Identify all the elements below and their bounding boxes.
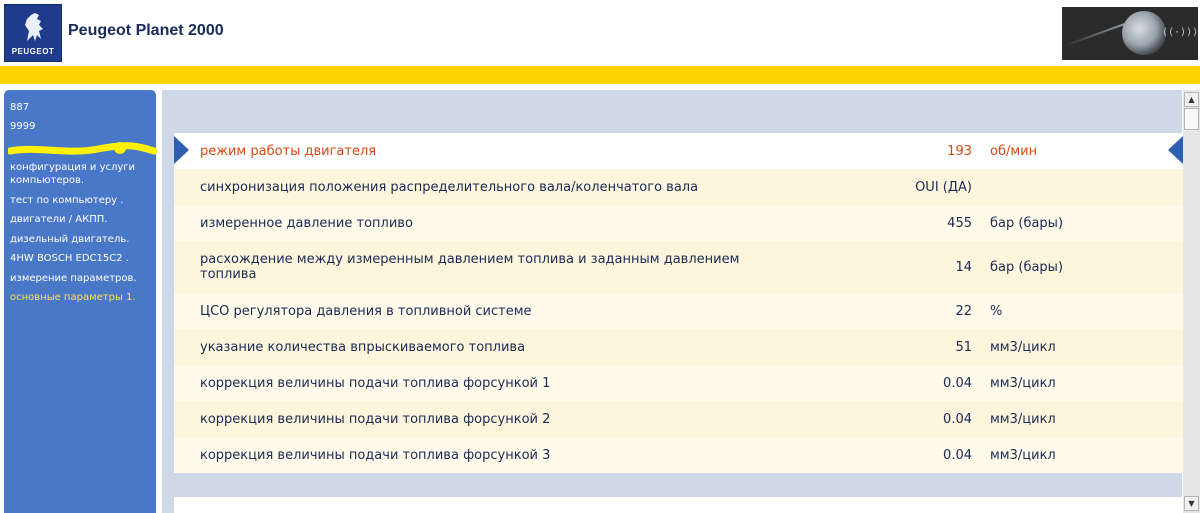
param-label: коррекция величины подачи топлива форсун…: [200, 411, 551, 427]
accent-bar: [0, 66, 1200, 84]
sidebar-item-engines-gearbox[interactable]: двигатели / АКПП.: [10, 213, 154, 226]
sidebar-item-measure-params[interactable]: измерение параметров.: [10, 272, 154, 285]
sidebar-item-computer-test[interactable]: тест по компьютеру .: [10, 194, 154, 207]
param-unit: об/мин: [990, 143, 1038, 159]
table-row[interactable]: расхождение между измеренным давлением т…: [174, 241, 1184, 293]
sidebar-item-computer-config[interactable]: конфигурация и услуги компьютеров.: [10, 161, 154, 187]
param-label: расхождение между измеренным давлением т…: [200, 252, 740, 282]
table-row[interactable]: режим работы двигателя 193 об/мин: [174, 133, 1184, 169]
scroll-thumb[interactable]: [1184, 108, 1199, 130]
table-row[interactable]: коррекция величины подачи топлива форсун…: [174, 437, 1184, 473]
table-row[interactable]: синхронизация положения распределительно…: [174, 169, 1184, 205]
app-title: Peugeot Planet 2000: [68, 22, 224, 39]
table-row[interactable]: измеренное давление топливо 455 бар (бар…: [174, 205, 1184, 241]
selection-arrow-right-icon: [1168, 136, 1183, 164]
sidebar-item-ecu-model[interactable]: 4HW BOSCH EDC15C2 .: [10, 252, 154, 265]
vertical-scrollbar[interactable]: ▲ ▼: [1183, 90, 1200, 513]
param-value: 193: [947, 143, 972, 159]
param-unit: мм3/цикл: [990, 339, 1056, 355]
param-label: ЦСО регулятора давления в топливной сист…: [200, 303, 532, 319]
param-unit: мм3/цикл: [990, 447, 1056, 463]
table-row[interactable]: коррекция величины подачи топлива форсун…: [174, 365, 1184, 401]
lion-emblem-icon: [25, 13, 43, 41]
selection-arrow-left-icon: [174, 136, 189, 164]
param-value: 14: [955, 259, 972, 275]
sidebar-item-main-params[interactable]: основные параметры 1.: [10, 291, 154, 304]
redaction-highlight: [8, 142, 158, 155]
sidebar-item-9999[interactable]: 9999: [10, 120, 154, 133]
param-unit: бар (бары): [990, 215, 1064, 231]
param-label: указание количества впрыскиваемого топли…: [200, 339, 526, 355]
parameters-table: режим работы двигателя 193 об/мин синхро…: [174, 133, 1184, 473]
table-row[interactable]: коррекция величины подачи топлива форсун…: [174, 401, 1184, 437]
navigation-sidebar: 887 9999 конфигурация и услуги компьютер…: [4, 90, 158, 513]
table-row[interactable]: указание количества впрыскиваемого топли…: [174, 329, 1184, 365]
param-label: коррекция величины подачи топлива форсун…: [200, 375, 551, 391]
scroll-down-icon[interactable]: ▼: [1184, 496, 1199, 511]
param-label: коррекция величины подачи топлива форсун…: [200, 447, 551, 463]
param-value: 0.04: [943, 447, 972, 463]
param-label: измеренное давление топливо: [200, 215, 413, 231]
secondary-panel: [174, 497, 1184, 513]
peugeot-logo: PEUGEOT: [4, 4, 62, 62]
param-unit: мм3/цикл: [990, 411, 1056, 427]
param-value: 0.04: [943, 411, 972, 427]
param-value: 455: [947, 215, 972, 231]
param-value: 0.04: [943, 375, 972, 391]
diagnostic-tool-logo: ((·))): [1062, 7, 1198, 60]
app-header: PEUGEOT Peugeot Planet 2000 ((·))): [0, 0, 1200, 66]
param-unit: бар (бары): [990, 259, 1064, 275]
param-label: синхронизация положения распределительно…: [200, 179, 699, 195]
logo-wordmark: PEUGEOT: [11, 47, 55, 56]
param-label: режим работы двигателя: [200, 143, 377, 159]
param-unit: [990, 169, 1150, 205]
param-value: 51: [955, 339, 972, 355]
param-unit: мм3/цикл: [990, 375, 1056, 391]
sidebar-item-887[interactable]: 887: [10, 101, 154, 114]
param-value: OUI (ДА): [915, 179, 972, 195]
scroll-up-icon[interactable]: ▲: [1184, 92, 1199, 107]
table-row[interactable]: ЦСО регулятора давления в топливной сист…: [174, 293, 1184, 329]
sidebar-item-diesel-engine[interactable]: дизельный двигатель.: [10, 233, 154, 246]
param-value: 22: [955, 303, 972, 319]
param-unit: %: [990, 303, 1003, 319]
